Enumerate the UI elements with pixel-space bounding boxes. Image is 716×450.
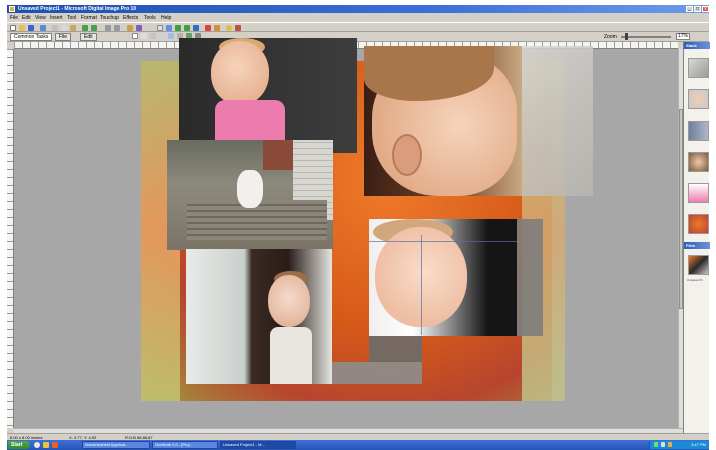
photo-detail: [268, 275, 310, 327]
stack-thumb-5[interactable]: [688, 183, 709, 203]
zoom-slider-thumb[interactable]: [625, 33, 628, 40]
quicklaunch-app-icon[interactable]: [52, 442, 58, 448]
enhance-icon[interactable]: [226, 25, 232, 31]
files-panel-header[interactable]: Files: [684, 242, 710, 249]
window-title: Unsaved Project1 - Microsoft Digital Ima…: [18, 6, 137, 12]
menu-file[interactable]: File: [10, 15, 18, 21]
stack-thumb-4[interactable]: [688, 152, 709, 172]
vertical-ruler: [7, 49, 14, 428]
stack-thumb-3[interactable]: [688, 121, 709, 141]
zoom-label: Zoom: [604, 34, 617, 40]
help-icon[interactable]: [235, 25, 241, 31]
menu-insert[interactable]: Insert: [50, 15, 63, 21]
photo-overflow-window[interactable]: [515, 46, 593, 196]
shape-icon[interactable]: [166, 25, 172, 31]
stack-thumb-1[interactable]: [688, 58, 709, 78]
photo-toddler-steps[interactable]: [167, 140, 333, 250]
photo-toddler-pink-shirt[interactable]: [179, 38, 357, 153]
save-icon[interactable]: [28, 25, 34, 31]
touchup-icon[interactable]: [214, 25, 220, 31]
cut-icon[interactable]: [52, 25, 58, 31]
app-window: Unsaved Project1 - Microsoft Digital Ima…: [7, 5, 710, 450]
menu-touchup[interactable]: Touchup: [100, 15, 119, 21]
close-button[interactable]: x: [702, 6, 709, 12]
photo-toddler-closeup[interactable]: [364, 46, 522, 196]
zoom-value-field[interactable]: 17%: [676, 33, 690, 40]
redo-icon[interactable]: [91, 25, 97, 31]
task-item-3[interactable]: Unsaved Project1 - M...: [220, 441, 296, 449]
fill-icon[interactable]: [175, 25, 181, 31]
app-icon: [9, 6, 15, 12]
menu-bar: File Edit View Insert Tool Format Touchu…: [7, 14, 709, 21]
pan-icon[interactable]: [168, 33, 174, 39]
tray-clock[interactable]: 3:47 PM: [691, 442, 706, 447]
print-icon[interactable]: [40, 25, 46, 31]
photo-toddler-smiling[interactable]: [369, 219, 517, 336]
red-eye-icon[interactable]: [205, 25, 211, 31]
task-item-1[interactable]: Nonsinkwheel Applicat...: [82, 441, 150, 449]
photo-detail: [237, 170, 263, 208]
menu-tool[interactable]: Tool: [67, 15, 76, 21]
minimize-button[interactable]: _: [686, 6, 693, 12]
photo-overflow-lower[interactable]: [369, 336, 422, 362]
file-caption: Unsaved Pr...: [687, 278, 706, 282]
file-thumb[interactable]: [688, 255, 709, 275]
start-button[interactable]: Start: [8, 441, 30, 449]
new-icon[interactable]: [10, 25, 16, 31]
brush-icon[interactable]: [184, 25, 190, 31]
photo-detail: [211, 41, 269, 105]
select-icon[interactable]: [141, 33, 147, 39]
rotate-icon[interactable]: [105, 25, 111, 31]
undo-icon[interactable]: [82, 25, 88, 31]
photo-detail: [270, 327, 312, 384]
menu-effects[interactable]: Effects: [123, 15, 138, 21]
side-panel: Stack Files Unsaved Pr...: [683, 42, 710, 433]
effects-icon[interactable]: [136, 25, 142, 31]
menu-format[interactable]: Format: [81, 15, 97, 21]
selection-guide-vertical[interactable]: [421, 235, 422, 335]
photo-detail: [263, 140, 293, 170]
tab-file[interactable]: File: [55, 33, 72, 41]
selection-guide-horizontal[interactable]: [369, 241, 517, 242]
task-toolbar: Common Tasks File Edit Zoom 17%: [7, 32, 709, 42]
title-bar[interactable]: Unsaved Project1 - Microsoft Digital Ima…: [7, 5, 709, 13]
quicklaunch-ie-icon[interactable]: [34, 442, 40, 448]
menu-edit[interactable]: Edit: [22, 15, 31, 21]
system-tray: 3:47 PM: [649, 441, 709, 449]
stack-panel-header[interactable]: Stack: [684, 42, 710, 49]
tray-security-icon[interactable]: [668, 442, 672, 447]
standard-toolbar: [7, 22, 709, 32]
windows-taskbar: Start Nonsinkwheel Applicat... OneNote 2…: [7, 440, 709, 450]
zoom-slider-track[interactable]: [621, 36, 671, 38]
menu-tools[interactable]: Tools: [144, 15, 156, 21]
magic-wand-icon[interactable]: [159, 33, 165, 39]
photo-toddler-curtain[interactable]: [186, 249, 332, 384]
lasso-icon[interactable]: [150, 33, 156, 39]
flip-icon[interactable]: [114, 25, 120, 31]
maximize-button[interactable]: □: [694, 6, 701, 12]
tray-volume-icon[interactable]: [661, 442, 665, 447]
task-item-2[interactable]: OneNote 2.0 - [Proj...: [152, 441, 218, 449]
photo-overflow-right[interactable]: [517, 219, 543, 336]
photo-detail: [392, 134, 422, 176]
status-bar: 8.00 x 8.00 inches X: 3.77, Y: 4.92 R:G:…: [7, 433, 709, 440]
stack-thumb-6[interactable]: [688, 214, 709, 234]
stack-thumb-2[interactable]: [688, 89, 709, 109]
tray-network-icon[interactable]: [654, 442, 658, 447]
color-icon[interactable]: [193, 25, 199, 31]
menu-help[interactable]: Help: [161, 15, 171, 21]
tab-edit[interactable]: Edit: [80, 33, 97, 41]
quicklaunch-desktop-icon[interactable]: [43, 442, 49, 448]
tab-common-tasks[interactable]: Common Tasks: [10, 33, 53, 41]
paste-icon[interactable]: [70, 25, 76, 31]
text-icon[interactable]: [157, 25, 163, 31]
copy-icon[interactable]: [61, 25, 67, 31]
crop-icon[interactable]: [127, 25, 133, 31]
open-icon[interactable]: [19, 25, 25, 31]
menu-view[interactable]: View: [35, 15, 46, 21]
pointer-icon[interactable]: [132, 33, 138, 39]
